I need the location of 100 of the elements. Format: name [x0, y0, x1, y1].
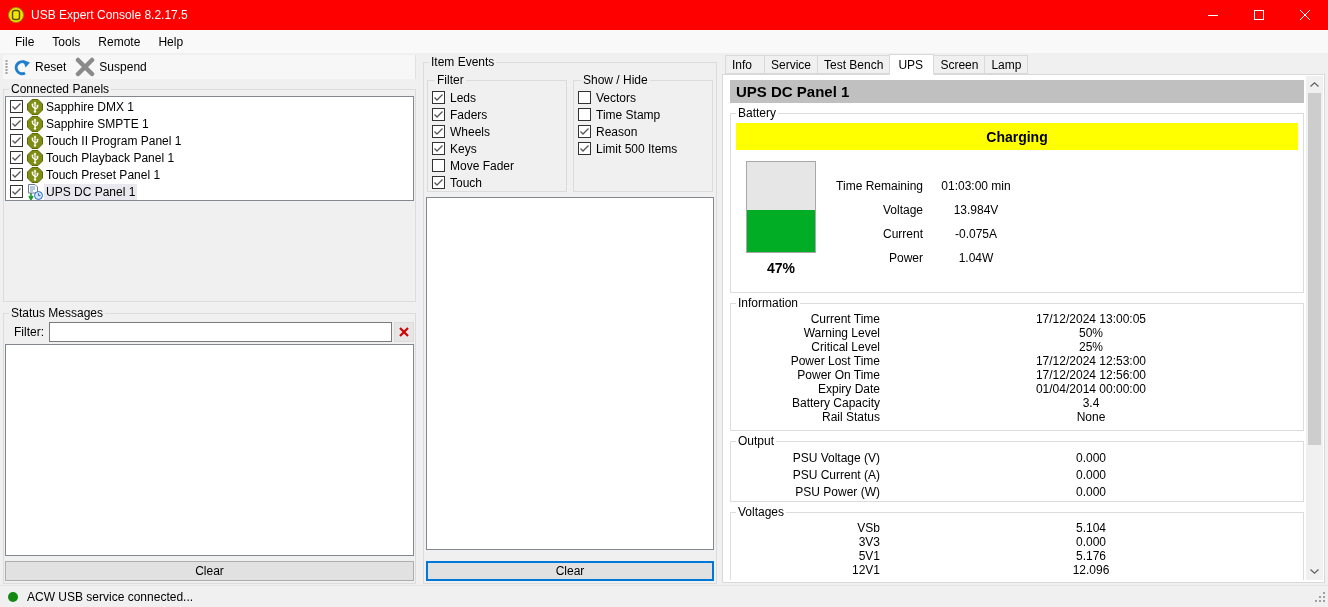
checkbox[interactable] [432, 142, 445, 155]
menu-item[interactable]: File [6, 31, 44, 52]
chevron-down-icon [1310, 569, 1319, 574]
checkbox[interactable] [578, 108, 591, 121]
menu-item[interactable]: Help [149, 31, 193, 52]
stat-value: 1.04W [958, 250, 994, 267]
tab[interactable]: Screen [933, 55, 986, 74]
field-value: 12.096 [1072, 563, 1110, 577]
checkbox[interactable] [10, 151, 23, 164]
device-title: UPS DC Panel 1 [730, 80, 1304, 103]
checkbox[interactable] [432, 176, 445, 189]
checkbox-label[interactable]: Touch [450, 175, 483, 190]
field-label: 12V1 [851, 563, 880, 577]
field-value: 5.104 [1076, 521, 1106, 535]
menu-item[interactable]: Remote [89, 31, 150, 52]
field-label: Battery Capacity [791, 396, 880, 410]
panel-name[interactable]: UPS DC Panel 1 [44, 183, 138, 200]
field-label: Rail Status [821, 410, 880, 424]
close-icon [1300, 10, 1310, 20]
field-label: Warning Level [803, 326, 880, 340]
field-label: PSU Voltage (V) [792, 450, 880, 467]
checkbox[interactable] [432, 159, 445, 172]
stat-value: 01:03:00 min [941, 178, 1011, 195]
tab[interactable]: Lamp [984, 55, 1029, 74]
filter-input[interactable] [49, 322, 392, 342]
panel-name[interactable]: Sapphire DMX 1 [44, 98, 137, 115]
tab[interactable]: Test Bench [817, 55, 891, 74]
field-value: 17/12/2024 13:00:05 [1035, 312, 1147, 326]
group-title: Item Events [430, 55, 496, 69]
field-label: VSb [857, 521, 880, 535]
clear-button[interactable]: Clear [5, 561, 414, 581]
checkbox-label[interactable]: Faders [450, 107, 488, 122]
panel-name[interactable]: Touch Preset Panel 1 [44, 166, 163, 183]
cross-icon [399, 327, 409, 337]
field-value: 17/12/2024 12:53:00 [1035, 354, 1147, 368]
window-title: USB Expert Console 8.2.17.5 [31, 8, 188, 22]
tab[interactable]: Service [764, 55, 818, 74]
checkbox-label[interactable]: Reason [596, 124, 638, 139]
field-label: PSU Current (A) [792, 467, 880, 484]
clear-button[interactable]: Clear [426, 561, 714, 581]
group-title: Voltages [737, 505, 786, 519]
checkbox[interactable] [578, 91, 591, 104]
checkbox[interactable] [578, 125, 591, 138]
panel-name[interactable]: Touch Playback Panel 1 [44, 149, 177, 166]
field-label: PSU Power (W) [795, 484, 880, 501]
group-title: Connected Panels [10, 82, 111, 96]
checkbox-label[interactable]: Time Stamp [596, 107, 661, 122]
app-logo-icon [8, 7, 24, 23]
field-value: 17/12/2024 12:56:00 [1035, 368, 1147, 382]
filter-label: Filter: [14, 325, 45, 339]
toolbar-button[interactable]: Reset [12, 56, 69, 78]
checkbox[interactable] [10, 185, 23, 198]
checkbox[interactable] [432, 108, 445, 121]
field-value: 0.000 [1076, 484, 1106, 501]
scrollbar-thumb[interactable] [1308, 93, 1321, 445]
stat-value: -0.075A [955, 226, 997, 243]
checkbox-label[interactable]: Wheels [450, 124, 490, 139]
toolbar-button[interactable]: Suspend [74, 56, 149, 78]
checkbox-label[interactable]: Move Fader [450, 158, 515, 173]
field-label: Current Time [810, 312, 880, 326]
chevron-up-icon [1310, 82, 1319, 87]
tab[interactable]: Info [725, 55, 765, 74]
usb-icon [27, 132, 43, 149]
usb-icon [27, 115, 43, 132]
panel-name[interactable]: Sapphire SMPTE 1 [44, 115, 151, 132]
field-label: 3V3 [858, 535, 880, 549]
menu-item[interactable]: Tools [43, 31, 90, 52]
refresh-icon [13, 58, 31, 76]
checkbox-label[interactable]: Keys [450, 141, 477, 156]
stat-label: Power [889, 250, 923, 267]
panel-name[interactable]: Touch II Program Panel 1 [44, 132, 184, 149]
checkbox[interactable] [10, 134, 23, 147]
field-label: 5V1 [858, 549, 880, 563]
checkbox-label[interactable]: Limit 500 Items [596, 141, 678, 156]
battery-percent: 47% [767, 260, 795, 276]
maximize-icon [1254, 10, 1264, 20]
group-title: Output [737, 434, 776, 448]
field-value: 3.4 [1082, 396, 1100, 410]
stat-value: 13.984V [953, 202, 999, 219]
stat-label: Voltage [882, 202, 923, 219]
checkbox[interactable] [578, 142, 591, 155]
usb-icon [27, 149, 43, 166]
field-value: 0.000 [1076, 467, 1106, 484]
usb-icon [27, 166, 43, 183]
checkbox[interactable] [432, 91, 445, 104]
tab[interactable]: UPS [889, 54, 935, 75]
group-title: Status Messages [10, 306, 105, 320]
group-title: Show / Hide [582, 73, 649, 87]
checkbox[interactable] [10, 117, 23, 130]
status-text: ACW USB service connected... [27, 589, 194, 604]
checkbox-label[interactable]: Leds [450, 90, 477, 105]
checkbox[interactable] [10, 168, 23, 181]
field-value: None [1076, 410, 1106, 424]
checkbox[interactable] [10, 100, 23, 113]
checkbox[interactable] [432, 125, 445, 138]
group-title: Battery [737, 106, 777, 120]
field-value: 0.000 [1076, 450, 1106, 467]
resize-grip-icon [1315, 591, 1325, 602]
clear-filter-button[interactable] [394, 322, 414, 342]
checkbox-label[interactable]: Vectors [596, 90, 637, 105]
